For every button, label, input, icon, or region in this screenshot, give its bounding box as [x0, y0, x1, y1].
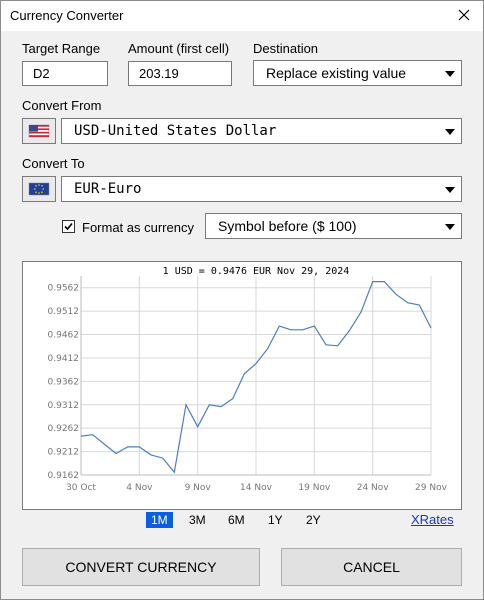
- x-tick-label: 24 Nov: [357, 483, 390, 493]
- checkmark-icon: [64, 222, 73, 231]
- chart-title: 1 USD = 0.9476 EUR Nov 29, 2024: [163, 266, 350, 277]
- range-button-1m[interactable]: 1M: [146, 512, 173, 528]
- convert-from-label: Convert From: [22, 98, 102, 113]
- convert-to-flag-button[interactable]: [22, 176, 56, 202]
- y-tick-label: 0.9162: [48, 471, 80, 481]
- x-tick-label: 9 Nov: [185, 483, 212, 493]
- convert-to-select[interactable]: EUR-Euro: [61, 176, 462, 202]
- convert-from-flag-button[interactable]: [22, 118, 56, 144]
- chevron-down-icon[interactable]: [440, 178, 460, 200]
- y-tick-label: 0.9362: [48, 377, 80, 387]
- format-option-value: Symbol before ($ 100): [218, 218, 357, 234]
- format-currency-checkbox[interactable]: [62, 220, 75, 233]
- x-tick-label: 14 Nov: [240, 483, 273, 493]
- eu-flag-icon: [28, 182, 50, 196]
- us-flag-icon: [28, 124, 50, 138]
- destination-select[interactable]: Replace existing value: [253, 60, 462, 86]
- range-button-3m[interactable]: 3M: [184, 512, 211, 528]
- rate-chart: 1 USD = 0.9476 EUR Nov 29, 2024 0.9162 0.9…: [22, 261, 462, 510]
- y-tick-label: 0.9262: [48, 424, 80, 434]
- y-tick-label: 0.9412: [48, 354, 80, 364]
- xrates-link[interactable]: XRates: [411, 512, 454, 527]
- convert-from-value: USD-United States Dollar: [74, 123, 277, 139]
- y-tick-label: 0.9212: [48, 448, 80, 458]
- x-tick-label: 30 Oct: [66, 483, 96, 493]
- x-tick-label: 4 Nov: [126, 483, 153, 493]
- y-tick-label: 0.9562: [48, 284, 80, 294]
- title-bar: Currency Converter: [1, 1, 483, 31]
- convert-to-label: Convert To: [22, 156, 85, 171]
- convert-currency-button[interactable]: CONVERT CURRENCY: [22, 548, 260, 586]
- rate-chart-svg: 1 USD = 0.9476 EUR Nov 29, 2024 0.9162 0.9…: [48, 266, 448, 493]
- target-range-label: Target Range: [22, 41, 101, 56]
- chevron-down-icon[interactable]: [440, 62, 460, 84]
- y-tick-label: 0.9512: [48, 307, 80, 317]
- y-tick-label: 0.9312: [48, 401, 80, 411]
- close-icon[interactable]: [453, 4, 475, 26]
- x-tick-label: 19 Nov: [298, 483, 331, 493]
- chevron-down-icon[interactable]: [440, 215, 460, 237]
- target-range-input[interactable]: D2: [22, 61, 108, 86]
- y-tick-label: 0.9462: [48, 331, 80, 341]
- window-title: Currency Converter: [10, 8, 124, 23]
- destination-label: Destination: [253, 41, 319, 56]
- amount-input[interactable]: 203.19: [128, 61, 232, 86]
- range-button-1y[interactable]: 1Y: [263, 512, 288, 528]
- format-currency-label: Format as currency: [82, 220, 194, 235]
- range-button-2y[interactable]: 2Y: [301, 512, 326, 528]
- currency-converter-window: Currency Converter Target Range D2 Amoun…: [0, 0, 484, 600]
- convert-from-select[interactable]: USD-United States Dollar: [61, 118, 462, 144]
- format-option-select[interactable]: Symbol before ($ 100): [205, 213, 462, 239]
- convert-to-value: EUR-Euro: [74, 181, 142, 197]
- range-button-6m[interactable]: 6M: [223, 512, 250, 528]
- amount-label: Amount (first cell): [128, 41, 230, 56]
- chevron-down-icon[interactable]: [440, 120, 460, 142]
- cancel-button[interactable]: CANCEL: [281, 548, 462, 586]
- destination-value: Replace existing value: [266, 65, 407, 81]
- x-tick-label: 29 Nov: [415, 483, 448, 493]
